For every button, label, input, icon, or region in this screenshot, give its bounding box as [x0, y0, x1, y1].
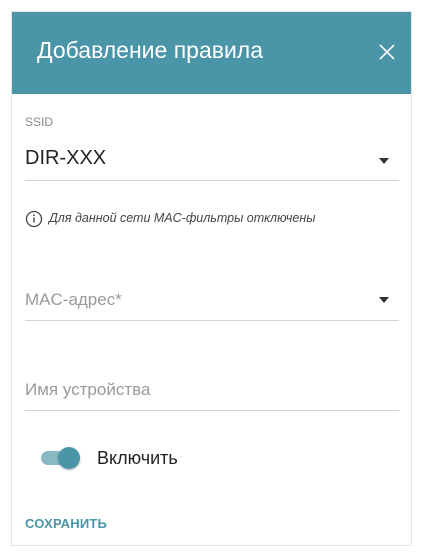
save-button[interactable]: СОХРАНИТЬ	[25, 516, 107, 531]
mac-filter-info-text: Для данной сети MAC-фильтры отключены	[49, 211, 316, 225]
close-icon[interactable]	[374, 39, 400, 65]
ssid-label: SSID	[25, 115, 54, 129]
mac-address-placeholder[interactable]: MAC-адрес*	[25, 290, 122, 310]
info-icon	[25, 210, 43, 228]
toggle-knob	[58, 447, 80, 469]
ssid-value[interactable]: DIR-XXX	[25, 147, 106, 170]
chevron-down-icon[interactable]	[379, 297, 389, 303]
enable-toggle-label: Включить	[97, 448, 178, 468]
mac-address-underline	[25, 320, 399, 321]
enable-toggle[interactable]	[38, 443, 86, 473]
dialog-header: Добавление правила	[12, 12, 411, 94]
chevron-down-icon[interactable]	[379, 158, 389, 164]
dialog-title: Добавление правила	[37, 37, 264, 63]
device-name-placeholder[interactable]: Имя устройства	[25, 380, 150, 400]
ssid-underline	[25, 180, 399, 181]
device-name-underline	[25, 410, 399, 411]
